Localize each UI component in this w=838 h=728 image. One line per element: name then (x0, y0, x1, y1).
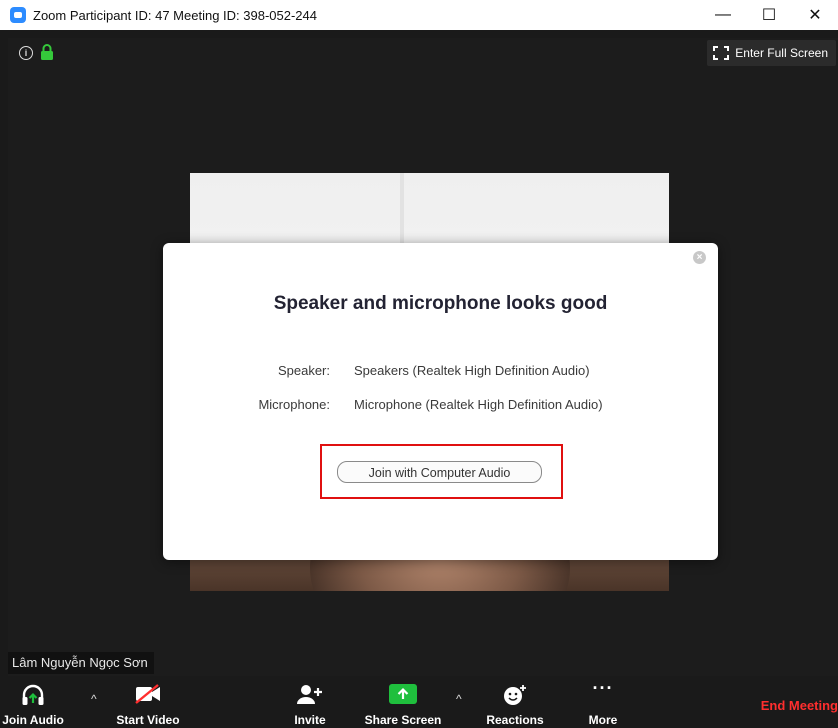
info-icon[interactable]: i (19, 46, 33, 60)
dialog-title: Speaker and microphone looks good (273, 293, 608, 314)
share-options-caret[interactable]: ^ (456, 692, 462, 706)
share-screen-label: Share Screen (364, 713, 442, 727)
window-title: Zoom Participant ID: 47 Meeting ID: 398-… (33, 7, 317, 23)
reactions-button[interactable]: Reactions (482, 676, 548, 728)
invite-label: Invite (294, 713, 326, 727)
reactions-label: Reactions (486, 713, 544, 727)
highlight-box (320, 444, 563, 499)
minimize-button[interactable]: — (700, 0, 746, 30)
end-meeting-button[interactable]: End Meeting (761, 698, 838, 713)
more-button[interactable]: ··· More (578, 676, 628, 728)
speaker-label: Speaker: (277, 363, 330, 378)
more-dots-icon: ··· (592, 678, 614, 698)
title-bar: Zoom Participant ID: 47 Meeting ID: 398-… (0, 0, 838, 30)
join-audio-button[interactable]: Join Audio (0, 676, 66, 728)
audio-options-caret[interactable]: ^ (91, 692, 97, 706)
microphone-label: Microphone: (258, 397, 330, 412)
video-off-icon (135, 684, 160, 704)
headphones-icon (22, 684, 44, 705)
microphone-value: Microphone (Realtek High Definition Audi… (354, 397, 603, 412)
start-video-button[interactable]: Start Video (110, 676, 186, 728)
fullscreen-icon (713, 46, 730, 60)
more-label: More (588, 713, 618, 727)
audio-test-dialog: × Speaker and microphone looks good Spea… (163, 243, 718, 560)
invite-icon (297, 685, 322, 704)
speaker-value: Speakers (Realtek High Definition Audio) (354, 363, 590, 378)
close-button[interactable]: ✕ (792, 0, 838, 30)
join-audio-label: Join Audio (2, 713, 64, 727)
enter-full-screen-button[interactable]: Enter Full Screen (707, 40, 836, 66)
share-screen-button[interactable]: Share Screen (360, 676, 446, 728)
participant-name-tag: Lâm Nguyễn Ngọc Sơn (8, 652, 154, 674)
maximize-button[interactable]: ☐ (746, 0, 792, 30)
dialog-close-icon[interactable]: × (693, 251, 706, 264)
zoom-logo-icon (10, 7, 26, 23)
share-screen-icon (389, 684, 417, 704)
reactions-icon (504, 685, 526, 705)
meeting-toolbar: Join Audio ^ Start Video Invite Share Sc… (0, 676, 838, 728)
enter-full-screen-label: Enter Full Screen (735, 46, 828, 60)
lock-icon[interactable] (40, 44, 54, 60)
window-controls: — ☐ ✕ (700, 0, 838, 30)
invite-button[interactable]: Invite (285, 676, 335, 728)
start-video-label: Start Video (116, 713, 180, 727)
